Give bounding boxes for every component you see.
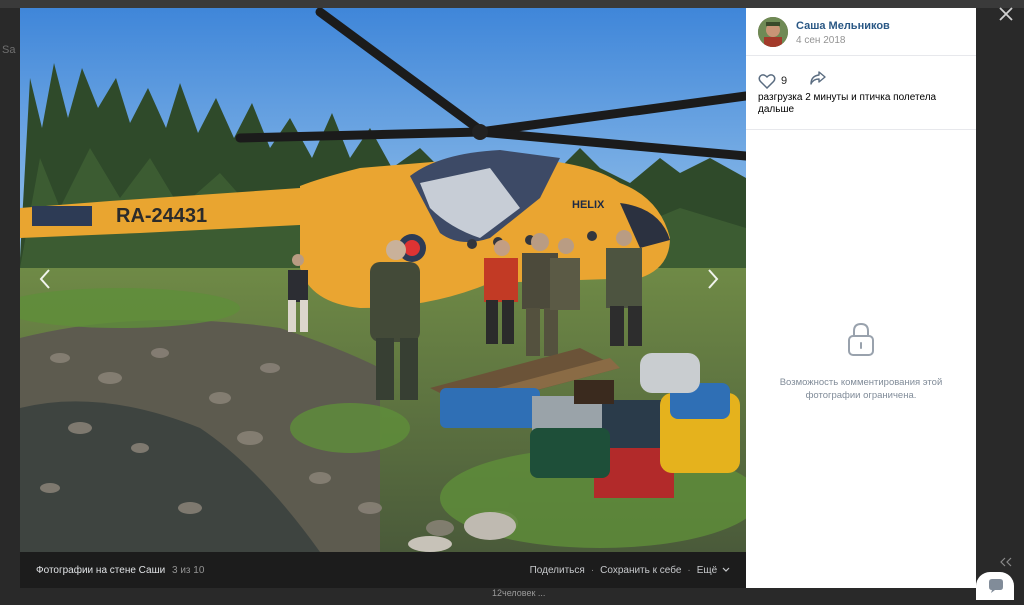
chat-bubble-icon <box>989 579 1003 593</box>
photo-viewer: RA-24431 HELIX Фотографии на стене Саши … <box>20 8 976 588</box>
like-button[interactable]: 9 <box>758 73 803 89</box>
photo[interactable]: RA-24431 HELIX <box>20 8 746 552</box>
previous-photo-button[interactable] <box>38 268 62 292</box>
photo-actions: Поделиться · Сохранить к себе · Ещё <box>530 565 730 576</box>
double-chevron-left-icon <box>1000 557 1012 567</box>
author-block: Саша Мельников 4 сен 2018 <box>746 8 976 56</box>
post-caption: разгрузка 2 минуты и птичка полетела дал… <box>758 92 937 115</box>
collapse-button[interactable] <box>1000 556 1012 570</box>
separator-dot: · <box>687 565 691 576</box>
background-page-strip <box>0 0 1024 8</box>
background-post-text: 12человек ... <box>492 588 546 598</box>
helicopter-registration: RA-24431 <box>116 205 207 227</box>
share-button[interactable] <box>809 70 827 91</box>
background-label: Sa <box>2 44 16 56</box>
more-button-label: Ещё <box>696 565 718 576</box>
chat-button[interactable] <box>976 572 1014 600</box>
divider <box>746 129 976 130</box>
photo-counter: 3 из 10 <box>172 565 205 576</box>
author-name[interactable]: Саша Мельников <box>796 20 890 32</box>
album-link[interactable]: Фотографии на стене Саши <box>36 565 165 576</box>
lock-icon <box>847 322 875 358</box>
photo-image: RA-24431 HELIX <box>20 8 746 552</box>
chevron-left-icon <box>39 269 50 289</box>
save-photo-button[interactable]: Сохранить к себе <box>600 565 681 576</box>
chevron-down-icon <box>722 567 730 572</box>
share-photo-button[interactable]: Поделиться <box>530 565 585 576</box>
helicopter-brand: HELIX <box>572 199 605 211</box>
more-button[interactable]: Ещё <box>697 565 730 576</box>
avatar[interactable] <box>758 17 788 47</box>
share-arrow-icon <box>810 71 826 85</box>
photo-side-panel: Саша Мельников 4 сен 2018 9 разгрузка 2 … <box>746 8 976 588</box>
post-date[interactable]: 4 сен 2018 <box>796 35 845 46</box>
heart-icon <box>758 73 776 89</box>
comments-restricted-notice: Возможность комментирования этой фотогра… <box>779 377 943 401</box>
next-photo-button[interactable] <box>706 268 730 292</box>
avatar-image <box>758 17 788 47</box>
close-icon <box>999 7 1013 21</box>
reactions-row: 9 <box>758 70 827 91</box>
close-button[interactable] <box>996 4 1016 24</box>
separator-dot: · <box>590 565 595 576</box>
photo-bottom-bar: Фотографии на стене Саши 3 из 10 Поделит… <box>20 552 746 588</box>
chevron-right-icon <box>708 269 719 289</box>
like-count: 9 <box>781 74 788 87</box>
